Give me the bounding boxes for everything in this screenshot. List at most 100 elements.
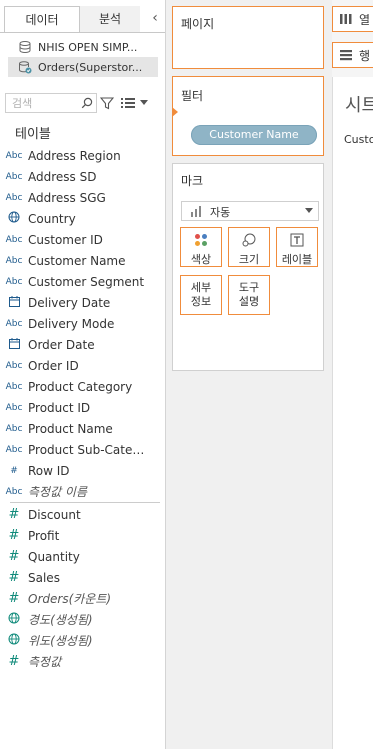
field-label: Country bbox=[28, 211, 76, 226]
row-header-customer-name[interactable]: Custo bbox=[344, 133, 373, 146]
dimension-field[interactable]: Abc Product Name bbox=[0, 418, 165, 439]
field-label: Row ID bbox=[28, 463, 70, 478]
number-type-icon: # bbox=[8, 591, 20, 606]
size-button[interactable]: 크기 bbox=[228, 227, 270, 267]
sheet-title[interactable]: 시트 bbox=[345, 91, 373, 117]
measure-field[interactable]: # Discount bbox=[0, 504, 165, 525]
search-box bbox=[5, 93, 97, 113]
text-type-icon: Abc bbox=[5, 381, 23, 392]
size-button-label: 크기 bbox=[238, 253, 260, 266]
calendar-icon bbox=[0, 337, 28, 352]
shelves-pane: 페이지 필터 Customer Name 마크 자동 색상 크기 레이블 세부 … bbox=[166, 0, 332, 749]
columns-shelf-label: 열 bbox=[359, 12, 371, 27]
color-dots-icon bbox=[195, 234, 207, 246]
list-view-icon bbox=[121, 98, 135, 108]
globe-icon bbox=[0, 612, 28, 628]
caret-down-icon bbox=[140, 100, 148, 105]
dimension-field[interactable]: # Row ID bbox=[0, 460, 165, 481]
datasource-label: Orders(Superstor... bbox=[38, 60, 143, 74]
dimension-field[interactable]: Abc Product Category bbox=[0, 376, 165, 397]
text-type-icon: Abc bbox=[5, 318, 23, 329]
filter-icon[interactable] bbox=[100, 96, 114, 110]
dimension-field[interactable]: Abc Address SD bbox=[0, 166, 165, 187]
measure-field[interactable]: # Quantity bbox=[0, 546, 165, 567]
tables-heading: 테이블 bbox=[15, 127, 51, 142]
filters-shelf[interactable]: 필터 Customer Name bbox=[172, 76, 324, 156]
color-button-label: 색상 bbox=[190, 253, 212, 266]
dimension-field[interactable]: Abc Customer ID bbox=[0, 229, 165, 250]
dimension-field[interactable]: Abc Customer Name bbox=[0, 250, 165, 271]
filter-pill-customer-name[interactable]: Customer Name bbox=[191, 125, 317, 145]
field-label: Product ID bbox=[28, 400, 91, 415]
field-label: Sales bbox=[28, 570, 60, 585]
dimension-field[interactable]: Country bbox=[0, 208, 165, 229]
number-type-icon: # bbox=[8, 570, 20, 585]
dimension-field[interactable]: Abc Address SGG bbox=[0, 187, 165, 208]
sheet-view[interactable]: 시트 Custo bbox=[332, 77, 373, 749]
text-type-icon: Abc bbox=[5, 255, 23, 266]
field-label: Customer Name bbox=[28, 253, 126, 268]
text-type-icon: Abc bbox=[5, 171, 23, 182]
tab-analytics[interactable]: 분석 bbox=[80, 6, 140, 33]
drop-indicator-icon bbox=[172, 107, 178, 117]
dimension-field[interactable]: Abc Delivery Mode bbox=[0, 313, 165, 334]
field-label: Order ID bbox=[28, 358, 79, 373]
database-linked-icon bbox=[19, 61, 32, 74]
search-icon[interactable] bbox=[81, 97, 93, 109]
color-button[interactable]: 색상 bbox=[180, 227, 222, 267]
mark-type-label: 자동 bbox=[210, 206, 231, 219]
globe-icon bbox=[0, 633, 28, 649]
measure-field[interactable]: # 측정값 bbox=[0, 651, 165, 672]
dimension-field[interactable]: Abc Product Sub-Categ... bbox=[0, 439, 165, 460]
field-label: Product Sub-Categ... bbox=[28, 442, 146, 457]
text-type-icon: Abc bbox=[5, 444, 23, 455]
datasource-item[interactable]: NHIS OPEN SIMP... bbox=[8, 37, 158, 57]
rows-shelf[interactable]: 행 bbox=[332, 42, 373, 68]
dimension-field[interactable]: Order Date bbox=[0, 334, 165, 355]
detail-button[interactable]: 세부 정보 bbox=[180, 275, 222, 315]
detail-button-label: 세부 정보 bbox=[190, 281, 212, 308]
marks-card-title: 마크 bbox=[181, 174, 204, 188]
field-label: Discount bbox=[28, 507, 81, 522]
field-label: Customer ID bbox=[28, 232, 103, 247]
view-options-button[interactable] bbox=[120, 96, 154, 110]
size-icon bbox=[242, 233, 256, 247]
field-label: Product Category bbox=[28, 379, 133, 394]
measure-field[interactable]: # Profit bbox=[0, 525, 165, 546]
calendar-icon bbox=[0, 295, 28, 310]
field-label: Order Date bbox=[28, 337, 95, 352]
field-label: Quantity bbox=[28, 549, 80, 564]
data-pane-tabs: 데이터 분석 ‹ bbox=[0, 6, 165, 33]
tooltip-button[interactable]: 도구 설명 bbox=[228, 275, 270, 315]
pages-shelf[interactable]: 페이지 bbox=[172, 6, 324, 69]
measure-field[interactable]: 경도(생성됨) bbox=[0, 609, 165, 630]
dimension-field[interactable]: Abc Order ID bbox=[0, 355, 165, 376]
label-button-label: 레이블 bbox=[281, 253, 313, 266]
number-type-icon: # bbox=[8, 654, 20, 669]
chevron-left-icon[interactable]: ‹ bbox=[148, 11, 162, 25]
datasource-label: NHIS OPEN SIMP... bbox=[38, 40, 138, 54]
columns-shelf[interactable]: 열 bbox=[332, 6, 373, 32]
field-label: Delivery Mode bbox=[28, 316, 115, 331]
datasource-item-selected[interactable]: Orders(Superstor... bbox=[8, 57, 158, 77]
text-type-icon: Abc bbox=[5, 150, 23, 161]
label-button[interactable]: 레이블 bbox=[276, 227, 318, 267]
mark-type-dropdown[interactable]: 자동 bbox=[181, 201, 319, 221]
text-type-icon: Abc bbox=[5, 360, 23, 371]
search-input[interactable] bbox=[6, 94, 84, 112]
text-type-icon: Abc bbox=[5, 486, 23, 497]
tab-data[interactable]: 데이터 bbox=[4, 6, 80, 33]
measure-field[interactable]: # Sales bbox=[0, 567, 165, 588]
dimension-field[interactable]: Delivery Date bbox=[0, 292, 165, 313]
globe-icon bbox=[0, 211, 28, 226]
tab-divider bbox=[0, 32, 165, 33]
dimension-field[interactable]: Abc Address Region bbox=[0, 145, 165, 166]
measure-field[interactable]: 위도(생성됨) bbox=[0, 630, 165, 651]
field-label: 측정값 이름 bbox=[28, 485, 88, 499]
field-label: Delivery Date bbox=[28, 295, 111, 310]
tooltip-button-label: 도구 설명 bbox=[238, 281, 260, 308]
dimension-field[interactable]: Abc Product ID bbox=[0, 397, 165, 418]
dimension-field[interactable]: Abc 측정값 이름 bbox=[0, 481, 165, 502]
measure-field[interactable]: # Orders(카운트) bbox=[0, 588, 165, 609]
dimension-field[interactable]: Abc Customer Segment bbox=[0, 271, 165, 292]
